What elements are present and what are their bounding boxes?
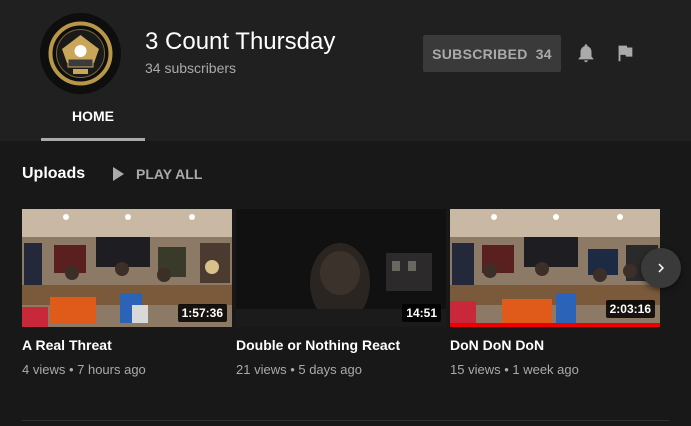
video-title[interactable]: DoN DoN DoN — [450, 337, 660, 353]
video-duration: 1:57:36 — [177, 304, 227, 322]
bell-icon[interactable] — [575, 42, 597, 64]
play-all-button[interactable]: PLAY ALL — [110, 166, 202, 182]
video-duration: 2:03:16 — [605, 300, 655, 318]
video-meta: 15 views • 1 week ago — [450, 362, 579, 377]
section-divider — [22, 420, 669, 421]
play-icon — [113, 167, 124, 181]
tab-home-label: HOME — [72, 108, 114, 124]
video-item[interactable]: 2:03:16 DoN DoN DoN 15 views • 1 week ag… — [450, 209, 660, 377]
subscribed-button[interactable]: SUBSCRIBED 34 — [423, 35, 561, 72]
avatar-logo — [40, 13, 121, 94]
tab-home[interactable]: HOME — [41, 94, 145, 141]
subscribed-label: SUBSCRIBED — [432, 45, 528, 62]
subscribed-count: 34 — [535, 45, 552, 62]
uploads-title: Uploads — [22, 165, 86, 182]
video-title[interactable]: Double or Nothing React — [236, 337, 446, 353]
channel-avatar[interactable] — [40, 13, 121, 94]
video-duration: 14:51 — [402, 304, 441, 322]
video-thumbnail[interactable]: 14:51 — [236, 209, 446, 327]
video-thumbnail[interactable]: 1:57:36 — [22, 209, 232, 327]
video-meta: 4 views • 7 hours ago — [22, 362, 146, 377]
video-item[interactable]: 1:57:36 A Real Threat 4 views • 7 hours … — [22, 209, 232, 377]
video-meta: 21 views • 5 days ago — [236, 362, 362, 377]
video-thumbnail[interactable]: 2:03:16 — [450, 209, 660, 327]
next-arrow-button[interactable] — [641, 248, 681, 288]
chevron-right-icon — [658, 263, 664, 273]
flag-icon[interactable] — [614, 42, 636, 64]
play-all-label: PLAY ALL — [136, 166, 203, 182]
watched-progress-bar — [450, 323, 660, 327]
subscriber-count: 34 subscribers — [145, 60, 237, 76]
channel-name: 3 Count Thursday — [145, 28, 336, 55]
video-title[interactable]: A Real Threat — [22, 337, 232, 353]
video-item[interactable]: 14:51 Double or Nothing React 21 views •… — [236, 209, 446, 377]
